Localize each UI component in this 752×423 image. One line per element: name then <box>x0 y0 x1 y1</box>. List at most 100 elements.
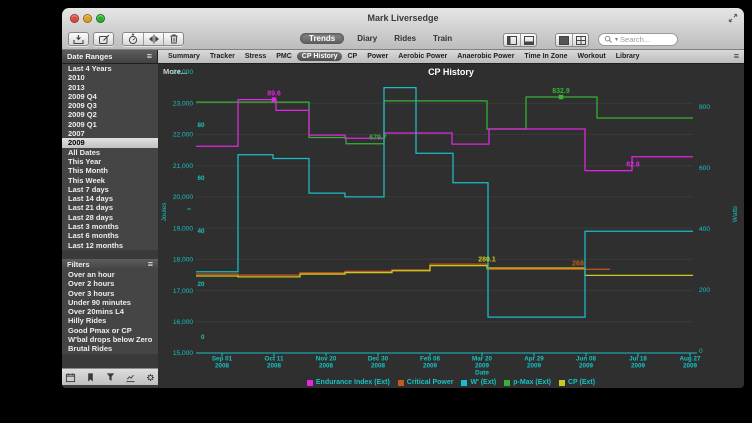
filter-item-hilly-rides[interactable]: Hilly Rides <box>62 316 158 325</box>
svg-text:80: 80 <box>197 122 205 129</box>
svg-text:0: 0 <box>699 348 703 355</box>
date-range-item-last-6-months[interactable]: Last 6 months <box>62 231 158 240</box>
intervals-button[interactable] <box>143 33 163 45</box>
minimize-button[interactable] <box>83 14 92 23</box>
tab-pmc[interactable]: PMC <box>271 52 297 61</box>
more-link[interactable]: More... <box>163 67 187 76</box>
date-range-item-last-12-months[interactable]: Last 12 months <box>62 241 158 250</box>
svg-text:Jun 082009: Jun 082009 <box>576 356 596 370</box>
toggle-sidebar-button[interactable] <box>504 34 520 46</box>
svg-text:20: 20 <box>197 281 205 288</box>
svg-text:23,000: 23,000 <box>173 100 194 107</box>
date-range-item-last-28-days[interactable]: Last 28 days <box>62 213 158 222</box>
date-range-item-2009-q4[interactable]: 2009 Q4 <box>62 92 158 101</box>
filter-item-over-3-hours[interactable]: Over 3 hours <box>62 289 158 298</box>
legend-swatch <box>461 380 467 386</box>
tab-time-in-zone[interactable]: Time In Zone <box>519 52 572 61</box>
date-range-item-2007[interactable]: 2007 <box>62 129 158 138</box>
date-range-item-2009-q2[interactable]: 2009 Q2 <box>62 110 158 119</box>
svg-text:280.1: 280.1 <box>478 257 496 264</box>
date-ranges-header: Date Ranges ≡ <box>62 50 158 63</box>
nav-tab-diary[interactable]: Diary <box>353 33 381 44</box>
legend-item-critical-power: Critical Power <box>398 379 454 386</box>
tab-aerobic-power[interactable]: Aerobic Power <box>393 52 452 61</box>
zoom-button[interactable] <box>96 14 105 23</box>
window-title: Mark Liversedge <box>62 8 744 29</box>
date-range-item-2009-q1[interactable]: 2009 Q1 <box>62 120 158 129</box>
main-toolbar: Trends Diary Rides Train <box>62 29 744 49</box>
tab-cp-history[interactable]: CP History <box>297 52 343 61</box>
date-range-item-last-21-days[interactable]: Last 21 days <box>62 203 158 212</box>
svg-text:800: 800 <box>699 104 710 111</box>
split-arrows-icon <box>148 33 160 45</box>
filter-item-over-2-hours[interactable]: Over 2 hours <box>62 279 158 288</box>
date-range-item-last-7-days[interactable]: Last 7 days <box>62 185 158 194</box>
legend-item-cp-ext-: CP (Ext) <box>559 379 595 386</box>
tab-stress[interactable]: Stress <box>240 52 271 61</box>
tab-cp[interactable]: CP <box>342 52 362 61</box>
date-range-item-this-month[interactable]: This Month <box>62 166 158 175</box>
date-range-item-2009-q3[interactable]: 2009 Q3 <box>62 101 158 110</box>
date-ranges-menu-icon[interactable]: ≡ <box>147 52 152 61</box>
svg-text:20,000: 20,000 <box>173 194 194 201</box>
filter-funnel-icon[interactable] <box>105 372 116 383</box>
filter-item-brutal-rides[interactable]: Brutal Rides <box>62 344 158 353</box>
svg-text:Dec 302008: Dec 302008 <box>368 356 389 370</box>
date-range-item-last-14-days[interactable]: Last 14 days <box>62 194 158 203</box>
close-button[interactable] <box>70 14 79 23</box>
grid-pane-icon <box>576 36 586 45</box>
export-button[interactable] <box>68 32 89 46</box>
toggle-bottombar-button[interactable] <box>520 34 536 46</box>
filter-item-good-pmax-or-cp[interactable]: Good Pmax or CP <box>62 326 158 335</box>
solid-pane-icon <box>559 36 569 45</box>
tab-summary[interactable]: Summary <box>163 52 205 61</box>
tabbar-menu-icon[interactable]: ≡ <box>729 50 744 63</box>
legend-item-p-max-ext-: p-Max (Ext) <box>504 379 551 386</box>
filter-item-w-bal-drops-below-zero[interactable]: W'bal drops below Zero <box>62 335 158 344</box>
tiled-view-button[interactable] <box>572 34 588 46</box>
filters-header: Filters ≡ <box>62 259 158 270</box>
tab-anaerobic-power[interactable]: Anaerobic Power <box>452 52 519 61</box>
delete-button[interactable] <box>163 33 183 45</box>
filter-item-over-20mins-l4[interactable]: Over 20mins L4 <box>62 307 158 316</box>
tab-tracker[interactable]: Tracker <box>205 52 240 61</box>
date-range-item-last-4-years[interactable]: Last 4 Years <box>62 64 158 73</box>
nav-tab-train[interactable]: Train <box>429 33 456 44</box>
bookmark-icon[interactable] <box>85 372 96 383</box>
single-view-button[interactable] <box>556 34 572 46</box>
svg-text:Jul 182009: Jul 182009 <box>629 356 647 370</box>
edit-button[interactable] <box>93 32 114 46</box>
svg-text:Mar 202009: Mar 202009 <box>472 356 492 370</box>
gear-icon[interactable] <box>145 372 156 383</box>
sidebar-toggles <box>503 33 537 47</box>
svg-text:60: 60 <box>197 175 205 182</box>
tab-library[interactable]: Library <box>611 52 645 61</box>
date-range-item-all-dates[interactable]: All Dates <box>62 148 158 157</box>
tab-power[interactable]: Power <box>362 52 393 61</box>
filters-menu-icon[interactable]: ≡ <box>148 260 153 269</box>
svg-text:Nov 202008: Nov 202008 <box>316 356 337 370</box>
legend-item-w-ext-: W' (Ext) <box>461 379 496 386</box>
svg-text:62.8: 62.8 <box>626 162 640 169</box>
legend-item-endurance-index-ext-: Endurance Index (Ext) <box>307 379 390 386</box>
timer-button[interactable] <box>123 33 143 45</box>
filter-item-over-an-hour[interactable]: Over an hour <box>62 270 158 279</box>
search-input[interactable]: ▾ Search... <box>598 33 678 46</box>
date-range-item-this-year[interactable]: This Year <box>62 157 158 166</box>
stats-icon[interactable] <box>125 372 136 383</box>
date-range-item-2013[interactable]: 2013 <box>62 83 158 92</box>
date-range-item-2010[interactable]: 2010 <box>62 73 158 82</box>
filter-item-under-90-minutes[interactable]: Under 90 minutes <box>62 298 158 307</box>
svg-text:40: 40 <box>197 228 205 235</box>
svg-text:Watts: Watts <box>732 205 739 222</box>
date-range-item-2009[interactable]: 2009 <box>62 138 158 147</box>
search-scope-caret[interactable]: ▾ <box>615 36 618 43</box>
calendar-icon[interactable] <box>65 372 76 383</box>
tab-workout[interactable]: Workout <box>572 52 610 61</box>
nav-tab-trends[interactable]: Trends <box>300 33 344 44</box>
date-range-item-this-week[interactable]: This Week <box>62 176 158 185</box>
date-range-item-last-3-months[interactable]: Last 3 months <box>62 222 158 231</box>
trash-icon <box>168 33 180 45</box>
fullscreen-icon[interactable] <box>728 13 738 23</box>
nav-tab-rides[interactable]: Rides <box>390 33 420 44</box>
